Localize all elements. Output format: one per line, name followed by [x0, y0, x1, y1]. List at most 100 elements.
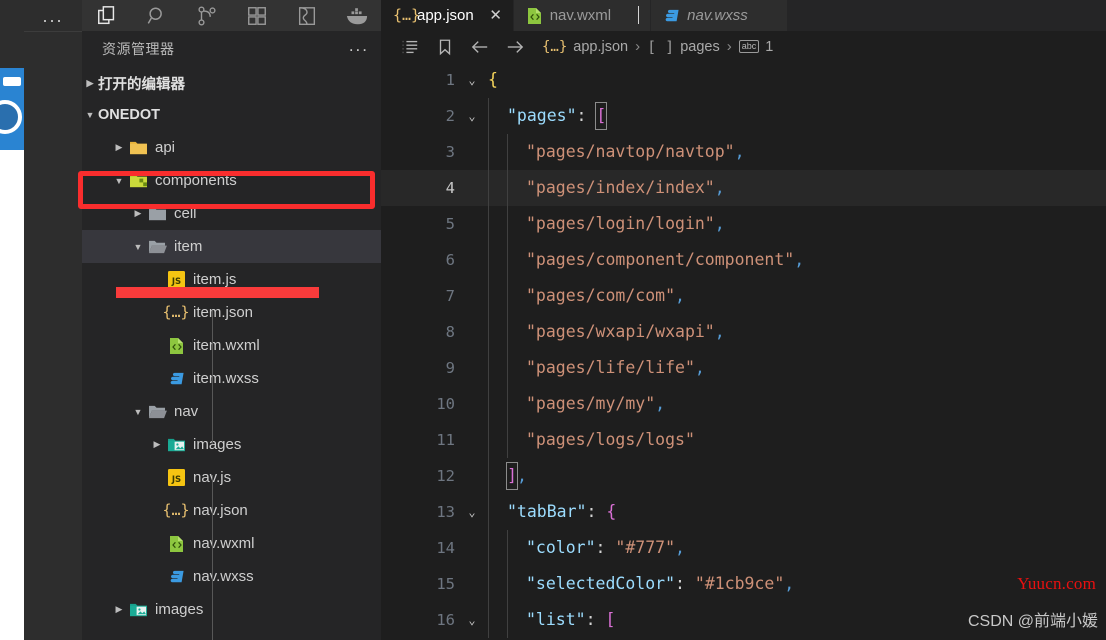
- chevron-down-icon[interactable]: ▼: [130, 407, 146, 417]
- back-arrow-icon[interactable]: [462, 31, 497, 62]
- code-line[interactable]: 5 "pages/login/login",: [381, 206, 1106, 242]
- vscode-window: ... 资源管理器 ... ▶ 打开的编辑器 ▼ ONEDOT ▶ api ▼ …: [0, 0, 1106, 640]
- js-icon: JS: [165, 469, 187, 486]
- app-icon-bar: [3, 77, 21, 86]
- tree-item-item[interactable]: ▼ item: [82, 230, 381, 263]
- tree-item-nav-json[interactable]: {…} nav.json: [82, 494, 381, 527]
- code-line[interactable]: 11 "pages/logs/logs": [381, 422, 1106, 458]
- docker-icon[interactable]: [332, 0, 382, 31]
- code-token: "#777": [615, 538, 676, 557]
- editor-tab-bar-filler: [787, 0, 1106, 31]
- code-indent-guide: [507, 170, 508, 206]
- editor-tab-app-json[interactable]: {…} app.json ✕: [381, 0, 514, 31]
- bookmark-icon[interactable]: [427, 31, 462, 62]
- tree-item-nav-wxml[interactable]: nav.wxml: [82, 527, 381, 560]
- code-line[interactable]: 10 "pages/my/my",: [381, 386, 1106, 422]
- code-line[interactable]: 7 "pages/com/com",: [381, 278, 1106, 314]
- line-number: 14: [436, 539, 455, 557]
- code-line[interactable]: 14 "color": "#777",: [381, 530, 1106, 566]
- tree-item-api[interactable]: ▶ api: [82, 131, 381, 164]
- folder-open-icon: [146, 404, 168, 420]
- explorer-more-actions[interactable]: ...: [349, 37, 369, 57]
- chevron-right-icon[interactable]: ▶: [111, 142, 127, 153]
- background-window-titlebar: [0, 0, 24, 68]
- tree-item-label: item.js: [193, 271, 237, 288]
- chevron-right-icon[interactable]: ▶: [149, 439, 165, 450]
- tree-item-nav-wxss[interactable]: nav.wxss: [82, 560, 381, 593]
- breadcrumb-item-file[interactable]: {…} app.json: [540, 39, 630, 55]
- sidebar-section-open-editors[interactable]: ▶ 打开的编辑器: [82, 67, 381, 99]
- code-token: "pages/my/my": [526, 394, 656, 413]
- wxss-icon: [165, 568, 187, 586]
- code-line[interactable]: 12],: [381, 458, 1106, 494]
- tree-item-item-js[interactable]: JS item.js: [82, 263, 381, 296]
- fold-chevron-icon[interactable]: ⌄: [463, 494, 481, 530]
- chevron-down-icon[interactable]: ▼: [130, 242, 146, 252]
- tree-item-nav[interactable]: ▼ nav: [82, 395, 381, 428]
- explorer-icon[interactable]: [82, 0, 132, 31]
- tree-item-item-wxss[interactable]: item.wxss: [82, 362, 381, 395]
- code-editor[interactable]: 1 ⌄{2 ⌄ "pages": [3 "pages/navtop/navtop", 4 "…: [381, 62, 1106, 640]
- search-icon[interactable]: [132, 0, 182, 31]
- forward-arrow-icon[interactable]: [497, 31, 532, 62]
- source-control-icon[interactable]: [182, 0, 232, 31]
- code-token: ,: [784, 574, 795, 593]
- tree-item-item-wxml[interactable]: item.wxml: [82, 329, 381, 362]
- editor-tab-label: app.json: [417, 7, 474, 24]
- editor-tab-label: nav.wxss: [687, 7, 748, 24]
- code-line[interactable]: 8 "pages/wxapi/wxapi",: [381, 314, 1106, 350]
- code-indent-guide: [507, 206, 508, 242]
- code-line[interactable]: 6 "pages/component/component",: [381, 242, 1106, 278]
- code-line[interactable]: 2 ⌄ "pages": [: [381, 98, 1106, 134]
- fold-chevron-icon[interactable]: ⌄: [463, 602, 481, 638]
- code-line[interactable]: 1 ⌄ {: [381, 62, 1106, 98]
- code-line[interactable]: 4 "pages/index/index",: [381, 170, 1106, 206]
- code-text: ],: [506, 458, 527, 494]
- tree-item-images[interactable]: ▶ images: [82, 593, 381, 626]
- chevron-right-icon[interactable]: ▶: [130, 208, 146, 219]
- code-text: "pages/wxapi/wxapi",: [526, 314, 725, 350]
- code-indent-guide: [488, 134, 489, 170]
- activity-bar-overflow[interactable]: ...: [24, 0, 82, 31]
- folder-open-icon: [146, 239, 168, 255]
- code-indent-guide: [488, 386, 489, 422]
- code-line[interactable]: 15 "selectedColor": "#1cb9ce",: [381, 566, 1106, 602]
- tree-item-images[interactable]: ▶ images: [82, 428, 381, 461]
- chevron-down-icon[interactable]: ▼: [82, 110, 98, 120]
- outline-icon[interactable]: [392, 31, 427, 62]
- line-number: 7: [445, 287, 455, 305]
- remote-explorer-icon[interactable]: [282, 0, 332, 31]
- explorer-header: 资源管理器 ...: [82, 31, 381, 67]
- chevron-down-icon[interactable]: ▼: [111, 176, 127, 186]
- fold-chevron-icon[interactable]: ⌄: [463, 62, 481, 98]
- extensions-icon[interactable]: [232, 0, 282, 31]
- json-icon: {…}: [162, 501, 190, 519]
- tree-item-nav-js[interactable]: JS nav.js: [82, 461, 381, 494]
- code-indent-guide: [488, 242, 489, 278]
- breadcrumb-item-pages[interactable]: [ ] pages: [645, 38, 722, 56]
- breadcrumb-item-index[interactable]: abc 1: [737, 39, 776, 55]
- sidebar-section-workspace[interactable]: ▼ ONEDOT: [82, 99, 381, 131]
- close-icon[interactable]: ✕: [489, 8, 503, 23]
- code-line[interactable]: 9 "pages/life/life",: [381, 350, 1106, 386]
- editor-tab-nav-wxss[interactable]: nav.wxss: [651, 0, 788, 31]
- code-line[interactable]: 3 "pages/navtop/navtop",: [381, 134, 1106, 170]
- tree-item-item-json[interactable]: {…} item.json: [82, 296, 381, 329]
- chevron-right-icon[interactable]: ▶: [111, 604, 127, 615]
- tree-item-label: images: [193, 436, 242, 453]
- fold-chevron-icon[interactable]: ⌄: [463, 98, 481, 134]
- code-text: {: [488, 62, 498, 98]
- code-indent-guide: [507, 350, 508, 386]
- tree-item-components[interactable]: ▼ components: [82, 164, 381, 197]
- folder-components-icon: [127, 173, 149, 189]
- code-indent-guide: [507, 566, 508, 602]
- activity-bar: [24, 0, 82, 640]
- tree-item-label: components: [155, 172, 237, 189]
- array-icon: [ ]: [647, 37, 675, 56]
- chevron-right-icon[interactable]: ▶: [82, 78, 98, 89]
- code-line[interactable]: 13 ⌄ "tabBar": {: [381, 494, 1106, 530]
- editor-tab-nav-wxml[interactable]: nav.wxml: [513, 0, 652, 31]
- tree-item-cell[interactable]: ▶ cell: [82, 197, 381, 230]
